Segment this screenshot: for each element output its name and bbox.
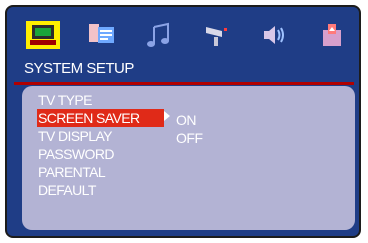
menu-item-parental[interactable]: PARENTAL — [37, 163, 164, 181]
setup-category-toolbar — [8, 15, 360, 55]
audio-setup-icon[interactable] — [142, 21, 176, 49]
menu-item-screen-saver[interactable]: SCREEN SAVER — [37, 109, 164, 127]
menu-item-default[interactable]: DEFAULT — [37, 181, 164, 199]
video-setup-icon[interactable] — [200, 21, 234, 49]
option-off[interactable]: OFF — [176, 129, 203, 147]
submenu-options: ON OFF — [176, 111, 203, 147]
page-title: SYSTEM SETUP — [24, 60, 134, 77]
speaker-setup-icon[interactable] — [258, 21, 292, 49]
language-setup-icon[interactable] — [84, 21, 118, 49]
menu-item-tv-display[interactable]: TV DISPLAY — [37, 127, 164, 145]
setup-menu-list: TV TYPE SCREEN SAVER TV DISPLAY PASSWORD… — [37, 91, 164, 199]
option-on[interactable]: ON — [176, 111, 203, 129]
submenu-arrow-icon — [164, 111, 170, 121]
menu-item-password[interactable]: PASSWORD — [37, 145, 164, 163]
exit-icon[interactable] — [316, 21, 350, 49]
system-setup-icon[interactable] — [26, 21, 60, 49]
title-divider — [14, 82, 354, 85]
menu-item-tv-type[interactable]: TV TYPE — [37, 91, 164, 109]
